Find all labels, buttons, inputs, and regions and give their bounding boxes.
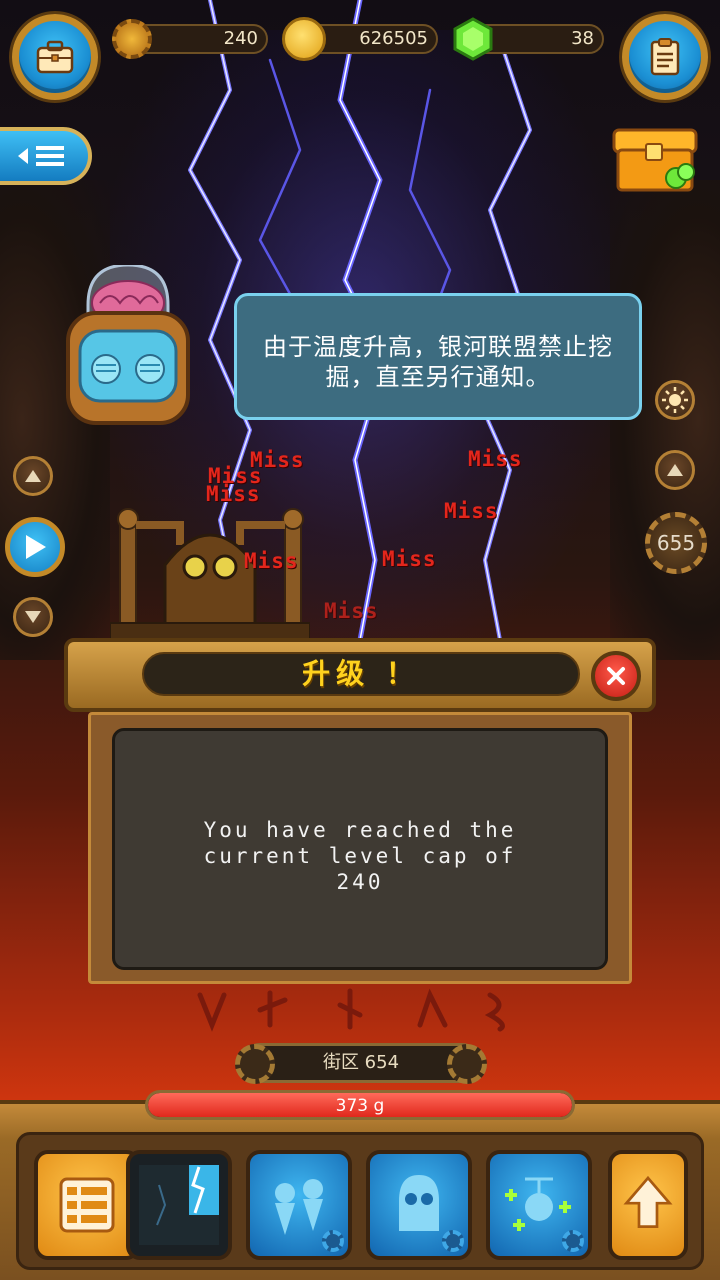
dialog-message: You have reached the current level cap o… — [112, 728, 608, 970]
district-label: 街区 654 — [322, 1052, 400, 1073]
briefcase-icon — [36, 40, 74, 74]
depth-up-button[interactable] — [655, 450, 695, 490]
drone-skill-slot[interactable] — [486, 1150, 592, 1260]
gear-icon — [322, 1230, 344, 1252]
dialog-title: 升级 ！ — [142, 652, 580, 696]
weather-button[interactable] — [655, 380, 695, 420]
gear-icon — [562, 1230, 584, 1252]
combat-miss-text: Miss — [206, 482, 261, 506]
close-icon — [607, 667, 625, 685]
combat-miss-text: Miss — [382, 547, 437, 571]
coin-icon — [282, 17, 326, 61]
drill-robots-skill-slot[interactable] — [246, 1150, 352, 1260]
combat-miss-text: Miss — [444, 499, 499, 523]
combat-miss-text: Miss — [468, 447, 523, 471]
progress-label: 373 g — [335, 1096, 385, 1116]
combat-miss-text: Miss — [324, 599, 379, 623]
gear-icon — [447, 1044, 487, 1084]
robot-skill-slot[interactable] — [366, 1150, 472, 1260]
gear-icon — [235, 1044, 275, 1084]
clipboard-icon — [650, 38, 680, 76]
menu-list-button[interactable] — [34, 1150, 140, 1260]
chevron-up-icon — [667, 464, 683, 476]
game-scene: Miss Miss Miss Miss Miss Miss Miss Miss … — [0, 0, 720, 1280]
sun-icon — [662, 387, 688, 413]
quests-button[interactable] — [622, 14, 708, 100]
lightning-skill-slot[interactable] — [126, 1150, 232, 1260]
inventory-button[interactable] — [12, 14, 98, 100]
district-label-bar: 街区 654 — [235, 1043, 487, 1084]
lightning-skill-icon — [139, 1165, 219, 1245]
gem-icon — [453, 17, 493, 61]
robot-advisor-avatar — [66, 265, 190, 425]
treasure-chest-icon[interactable] — [612, 126, 698, 192]
menu-list-icon — [18, 146, 64, 166]
chevron-up-icon — [25, 470, 41, 482]
side-menu-button[interactable] — [0, 127, 92, 185]
list-icon — [59, 1177, 115, 1233]
upgrade-arrow-icon — [623, 1175, 673, 1228]
drill-machine — [110, 508, 310, 645]
depth-counter[interactable]: 655 — [645, 512, 707, 574]
dialog-close-button[interactable] — [591, 651, 641, 701]
cave-wall-right — [610, 180, 720, 660]
rune-carvings — [197, 988, 505, 1032]
chevron-down-icon — [25, 611, 41, 623]
combat-miss-text: Miss — [244, 549, 299, 573]
gear-icon — [112, 19, 152, 59]
upgrade-button[interactable] — [608, 1150, 688, 1260]
scroll-down-button[interactable] — [13, 597, 53, 637]
auto-play-button[interactable] — [5, 517, 65, 577]
play-icon — [26, 535, 46, 559]
advisor-speech-bubble: 由于温度升高，银河联盟禁止挖掘，直至另行通知。 — [234, 293, 642, 420]
gear-icon — [442, 1230, 464, 1252]
scroll-up-button[interactable] — [13, 456, 53, 496]
